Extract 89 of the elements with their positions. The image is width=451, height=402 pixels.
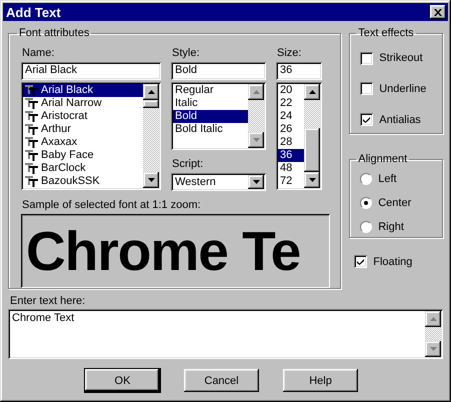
- scroll-thumb[interactable]: [304, 128, 320, 172]
- size-list-item[interactable]: 36: [278, 149, 304, 162]
- checkbox-label[interactable]: Underline: [379, 82, 426, 95]
- dialog-button[interactable]: OK: [85, 369, 160, 392]
- radio-label[interactable]: Left: [378, 173, 397, 185]
- sample-text: Chrome Te: [26, 219, 300, 283]
- font-list-item[interactable]: BarClock: [23, 162, 143, 175]
- size-list-item[interactable]: 20: [278, 84, 304, 97]
- scrollbar[interactable]: [248, 84, 264, 148]
- scroll-up-button[interactable]: [304, 84, 320, 100]
- radio-button[interactable]: [360, 173, 372, 185]
- entry-label: Enter text here:: [10, 295, 86, 307]
- scrollbar[interactable]: [425, 311, 441, 357]
- close-button[interactable]: [430, 5, 446, 19]
- down-triangle-icon: [308, 178, 316, 182]
- font-style-field[interactable]: Bold: [171, 62, 266, 80]
- font-type-icon: [25, 85, 38, 96]
- down-triangle-icon: [252, 138, 260, 142]
- scrollbar[interactable]: [143, 84, 159, 188]
- group-title: Alignment: [357, 153, 408, 165]
- scroll-down-button[interactable]: [425, 341, 441, 357]
- checkmark-icon: [357, 258, 364, 265]
- window-title: Add Text: [6, 4, 61, 20]
- up-triangle-icon: [430, 317, 436, 321]
- font-size-field[interactable]: 36: [276, 62, 322, 80]
- checkbox[interactable]: [360, 82, 374, 96]
- style-label: Style:: [172, 47, 201, 60]
- size-list-item[interactable]: 26: [278, 123, 304, 136]
- font-list-item[interactable]: Arthur: [23, 123, 143, 136]
- scroll-up-button[interactable]: [425, 311, 441, 327]
- checkbox[interactable]: [360, 52, 374, 65]
- font-type-icon: [25, 176, 38, 187]
- font-list-item[interactable]: Axaxax: [23, 136, 143, 149]
- size-label: Size:: [277, 47, 302, 60]
- scroll-thumb[interactable]: [143, 100, 159, 108]
- scrollbar[interactable]: [304, 84, 320, 188]
- checkbox[interactable]: [360, 113, 374, 126]
- size-list-item[interactable]: 28: [278, 136, 304, 149]
- checkbox[interactable]: [354, 255, 368, 268]
- font-type-icon: [25, 111, 38, 122]
- up-triangle-icon: [308, 90, 316, 94]
- radio-button[interactable]: [360, 197, 372, 209]
- font-list-item[interactable]: BazoukSSK: [23, 175, 143, 188]
- scroll-down-button[interactable]: [143, 172, 159, 188]
- font-name-field[interactable]: Arial Black: [21, 62, 161, 80]
- scroll-down-button[interactable]: [248, 132, 264, 148]
- text-entry-field[interactable]: Chrome Text: [8, 309, 443, 359]
- font-type-icon: [25, 137, 38, 148]
- checkbox-label[interactable]: Antialias: [379, 114, 421, 126]
- font-list-item[interactable]: Baby Face: [23, 149, 143, 162]
- radio-button[interactable]: [360, 221, 372, 233]
- checkbox-label[interactable]: Floating: [373, 256, 412, 268]
- script-label: Script:: [172, 158, 204, 171]
- group-title: Text effects: [357, 27, 415, 39]
- up-triangle-icon: [148, 90, 154, 94]
- font-type-icon: [25, 150, 38, 161]
- font-type-icon: [25, 98, 38, 109]
- size-list-item[interactable]: 48: [278, 162, 304, 175]
- size-list-item[interactable]: 24: [278, 110, 304, 123]
- down-triangle-icon: [148, 178, 154, 182]
- font-list-item[interactable]: Arial Black: [23, 84, 143, 97]
- sample-label: Sample of selected font at 1:1 zoom:: [22, 199, 202, 212]
- name-label: Name:: [22, 47, 56, 60]
- style-list-item[interactable]: Bold Italic: [173, 123, 248, 136]
- group-title: Font attributes: [18, 27, 90, 39]
- down-triangle-icon: [430, 347, 436, 351]
- dialog-button[interactable]: Cancel: [184, 369, 259, 392]
- close-icon: [434, 8, 442, 16]
- font-list-item[interactable]: Arial Narrow: [23, 97, 143, 110]
- down-triangle-icon: [252, 180, 260, 184]
- size-list-item[interactable]: 22: [278, 97, 304, 110]
- script-dropdown[interactable]: Western: [171, 173, 266, 191]
- checkmark-icon: [363, 116, 370, 124]
- size-list-item[interactable]: 72: [278, 175, 304, 188]
- radio-label[interactable]: Center: [378, 197, 412, 209]
- style-list-item[interactable]: Italic: [173, 97, 248, 110]
- scroll-up-button[interactable]: [248, 84, 264, 100]
- style-list-item[interactable]: Bold: [173, 110, 248, 123]
- font-list-item[interactable]: Aristocrat: [23, 110, 143, 123]
- style-list-item[interactable]: Regular: [173, 84, 248, 97]
- checkbox-label[interactable]: Strikeout: [379, 52, 423, 64]
- dropdown-button[interactable]: [248, 175, 264, 189]
- scroll-down-button[interactable]: [304, 172, 320, 188]
- up-triangle-icon: [252, 90, 260, 94]
- dialog-button[interactable]: Help: [283, 369, 358, 392]
- scroll-up-button[interactable]: [143, 84, 159, 100]
- font-type-icon: [25, 163, 38, 174]
- radio-label[interactable]: Right: [378, 221, 404, 233]
- font-type-icon: [25, 124, 38, 135]
